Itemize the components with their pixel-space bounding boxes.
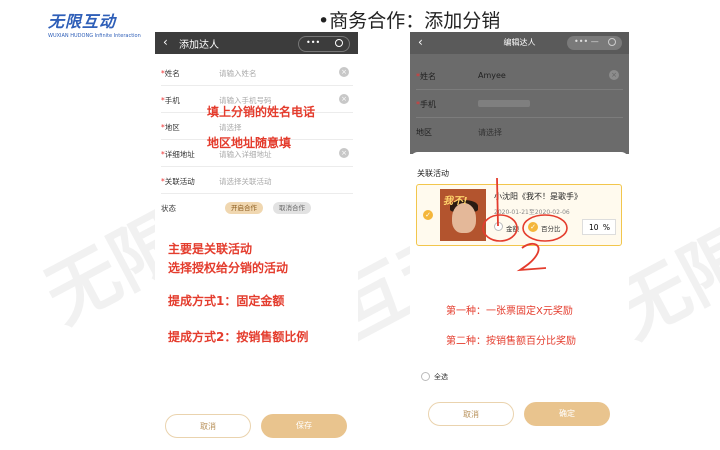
note-method-1: 提成方式1：固定金额 xyxy=(168,294,285,308)
cancel-button[interactable]: 取消 xyxy=(428,402,514,426)
note-name-phone: 填上分销的姓名电话 xyxy=(207,105,316,119)
select-all-label[interactable]: 全选 xyxy=(434,372,448,382)
event-date: 2020-01-21至2020-02-06 xyxy=(494,209,570,216)
note-event: 主要是关联活动 xyxy=(168,242,253,256)
note-method-2: 提成方式2：按销售额比例 xyxy=(168,330,309,344)
field-name-label: *姓名 xyxy=(161,68,180,79)
field-name-text: 姓名 xyxy=(164,69,180,78)
field-event-text: 关联活动 xyxy=(164,177,195,186)
page-title: 添加达人 xyxy=(179,40,219,51)
field-address-text: 详细地址 xyxy=(164,150,195,159)
status-open-button[interactable]: 开启合作 xyxy=(225,202,263,214)
field-phone[interactable]: *手机 xyxy=(416,90,623,118)
save-button[interactable]: 保存 xyxy=(261,414,347,438)
status-cancel-button[interactable]: 取消合作 xyxy=(273,202,311,214)
dimmed-form: ‹ 编辑达人 ••• — *姓名 Amyee × *手机 地区 请选择 xyxy=(410,32,629,154)
field-phone-text: 手机 xyxy=(164,96,180,105)
field-name-text: 姓名 xyxy=(420,72,436,81)
company-logo: 无限互动 WUXIAN HUDONG Infinite Interaction xyxy=(48,8,141,39)
percent-label[interactable]: 百分比 xyxy=(541,223,561,233)
cancel-button[interactable]: 取消 xyxy=(165,414,251,438)
event-check-icon[interactable]: ✓ xyxy=(423,210,433,220)
note-fixed-reward: 第一种：一张票固定X元奖励 xyxy=(446,306,573,317)
back-icon[interactable]: ‹ xyxy=(163,35,168,49)
event-select[interactable]: 请选择关联活动 xyxy=(219,176,272,187)
nav-bar: ‹ 添加达人 ••• xyxy=(155,32,358,54)
clear-icon[interactable]: × xyxy=(339,148,349,158)
close-circle-icon[interactable] xyxy=(335,39,343,47)
field-status: 状态 开启合作 取消合作 xyxy=(161,195,353,220)
section-title: 关联活动 xyxy=(417,169,449,178)
field-region-text: 地区 xyxy=(164,123,180,132)
percent-check-icon[interactable]: ✓ xyxy=(528,222,538,232)
event-card[interactable]: ✓ 我不! 小沈阳《我不！是歌手》 2020-01-21至2020-02-06 … xyxy=(416,184,622,246)
fixed-amount-label[interactable]: 金额 xyxy=(506,223,519,233)
field-region[interactable]: 地区 请选择 xyxy=(416,118,623,145)
clear-icon[interactable]: × xyxy=(339,94,349,104)
field-name-label: *姓名 xyxy=(416,71,436,82)
phone-value-blurred xyxy=(478,100,530,107)
note-authorize: 选择授权给分销的活动 xyxy=(168,261,289,275)
percent-unit: % xyxy=(602,223,610,232)
field-region-label: *地区 xyxy=(161,122,180,133)
note-percent-reward: 第二种：按销售额百分比奖励 xyxy=(446,336,576,347)
field-phone-label: *手机 xyxy=(416,99,436,110)
field-phone-label: *手机 xyxy=(161,95,180,106)
field-name[interactable]: *姓名 请输入姓名 × xyxy=(161,60,353,86)
note-region: 地区地址随意填 xyxy=(207,136,292,150)
region-select[interactable]: 请选择 xyxy=(478,127,502,138)
confirm-button[interactable]: 确定 xyxy=(524,402,610,426)
slide-title: •商务合作：添加分销 xyxy=(318,10,501,32)
field-status-label: 状态 xyxy=(161,204,176,213)
percent-input[interactable]: 10 % xyxy=(582,219,616,235)
region-select[interactable]: 请选择 xyxy=(219,122,242,133)
miniprogram-capsule[interactable]: ••• xyxy=(298,36,350,52)
event-title: 小沈阳《我不！是歌手》 xyxy=(494,192,582,201)
clear-icon[interactable]: × xyxy=(339,67,349,77)
event-picker-sheet: 关联活动 ✓ 我不! 小沈阳《我不！是歌手》 2020-01-21至2020-0… xyxy=(410,152,629,444)
logo-text: 无限互动 xyxy=(48,12,117,31)
nav-bar: ‹ 编辑达人 ••• — xyxy=(410,32,629,54)
album-cover: 我不! xyxy=(440,189,486,241)
percent-value: 10 xyxy=(589,223,599,232)
close-circle-icon[interactable] xyxy=(608,38,616,46)
album-text: 我不! xyxy=(443,196,468,207)
field-phone-text: 手机 xyxy=(420,100,436,109)
name-input[interactable]: 请输入姓名 xyxy=(219,68,257,79)
name-input[interactable]: Amyee xyxy=(478,71,506,80)
phone-add-distributor: ‹ 添加达人 ••• *姓名 请输入姓名 × *手机 请输入手机号码 × *地区… xyxy=(155,32,358,444)
miniprogram-capsule[interactable]: ••• — xyxy=(567,36,622,50)
album-face xyxy=(452,203,476,233)
field-event[interactable]: *关联活动 请选择关联活动 xyxy=(161,168,353,194)
field-event-label: *关联活动 xyxy=(161,176,195,187)
fixed-amount-radio[interactable] xyxy=(494,222,503,231)
field-name[interactable]: *姓名 Amyee × xyxy=(416,62,623,90)
logo-subtitle: WUXIAN HUDONG Infinite Interaction xyxy=(48,33,141,39)
more-icon[interactable]: ••• — xyxy=(574,37,599,46)
field-region-label: 地区 xyxy=(416,128,432,137)
field-address-label: *详细地址 xyxy=(161,149,195,160)
phone-edit-distributor: ‹ 编辑达人 ••• — *姓名 Amyee × *手机 地区 请选择 关联活动… xyxy=(410,32,629,444)
more-icon[interactable]: ••• xyxy=(306,38,320,47)
clear-icon[interactable]: × xyxy=(609,70,619,80)
select-all-radio[interactable] xyxy=(421,372,430,381)
